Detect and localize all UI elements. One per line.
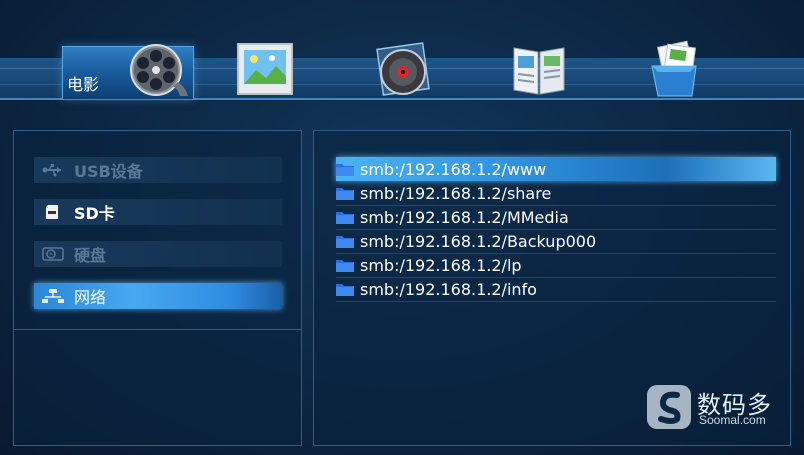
all-files-box-icon xyxy=(651,40,697,97)
watermark: 数码多 Soomal.com xyxy=(645,383,795,433)
source-item-sd-card[interactable]: SD卡 xyxy=(34,199,282,225)
source-item-hard-disk[interactable]: 硬盘 xyxy=(34,241,282,267)
tab-music[interactable] xyxy=(374,42,432,98)
panel-divider xyxy=(14,329,301,330)
film-reel-icon xyxy=(130,44,188,96)
tab-all-files[interactable] xyxy=(646,40,704,98)
photo-frame-icon xyxy=(237,43,293,95)
file-row-label: smb:/192.168.1.2/Backup000 xyxy=(360,231,597,251)
usb-icon xyxy=(42,164,61,177)
hard-disk-icon xyxy=(42,247,64,261)
folder-icon xyxy=(336,284,354,296)
folder-icon xyxy=(336,236,354,248)
ebook-icon xyxy=(513,47,565,95)
source-item-sd-card-label: SD卡 xyxy=(74,204,115,223)
file-row-label: smb:/192.168.1.2/MMedia xyxy=(360,207,569,227)
file-row-label: smb:/192.168.1.2/info xyxy=(360,279,537,299)
sd-card-icon xyxy=(46,205,58,219)
file-row[interactable]: smb:/192.168.1.2/www xyxy=(336,157,776,181)
music-disc-icon xyxy=(376,42,430,96)
source-item-usb[interactable]: USB设备 xyxy=(34,157,282,183)
file-row[interactable]: smb:/192.168.1.2/lp xyxy=(336,253,776,278)
folder-icon xyxy=(336,212,354,224)
file-row[interactable]: smb:/192.168.1.2/MMedia xyxy=(336,205,776,230)
file-row[interactable]: smb:/192.168.1.2/Backup000 xyxy=(336,229,776,254)
tab-photos[interactable] xyxy=(236,42,294,96)
tab-movies-label: 电影 xyxy=(67,75,100,94)
file-row-label: smb:/192.168.1.2/www xyxy=(360,159,547,179)
watermark-subtitle: Soomal.com xyxy=(699,413,766,427)
source-item-hard-disk-label: 硬盘 xyxy=(74,246,107,265)
source-item-network-label: 网络 xyxy=(74,288,107,307)
file-row[interactable]: smb:/192.168.1.2/share xyxy=(336,181,776,206)
network-icon xyxy=(42,289,64,303)
tab-ebook[interactable] xyxy=(510,42,568,98)
folder-icon xyxy=(336,164,354,176)
file-row[interactable]: smb:/192.168.1.2/info xyxy=(336,277,776,302)
source-item-usb-label: USB设备 xyxy=(74,162,143,181)
source-item-network[interactable]: 网络 xyxy=(34,283,282,309)
soomal-logo-icon xyxy=(647,385,691,429)
folder-icon xyxy=(336,188,354,200)
source-list-panel: USB设备 SD卡 硬盘 网络 xyxy=(13,130,302,446)
file-row-label: smb:/192.168.1.2/share xyxy=(360,183,552,203)
file-row-label: smb:/192.168.1.2/lp xyxy=(360,255,522,275)
folder-icon xyxy=(336,260,354,272)
